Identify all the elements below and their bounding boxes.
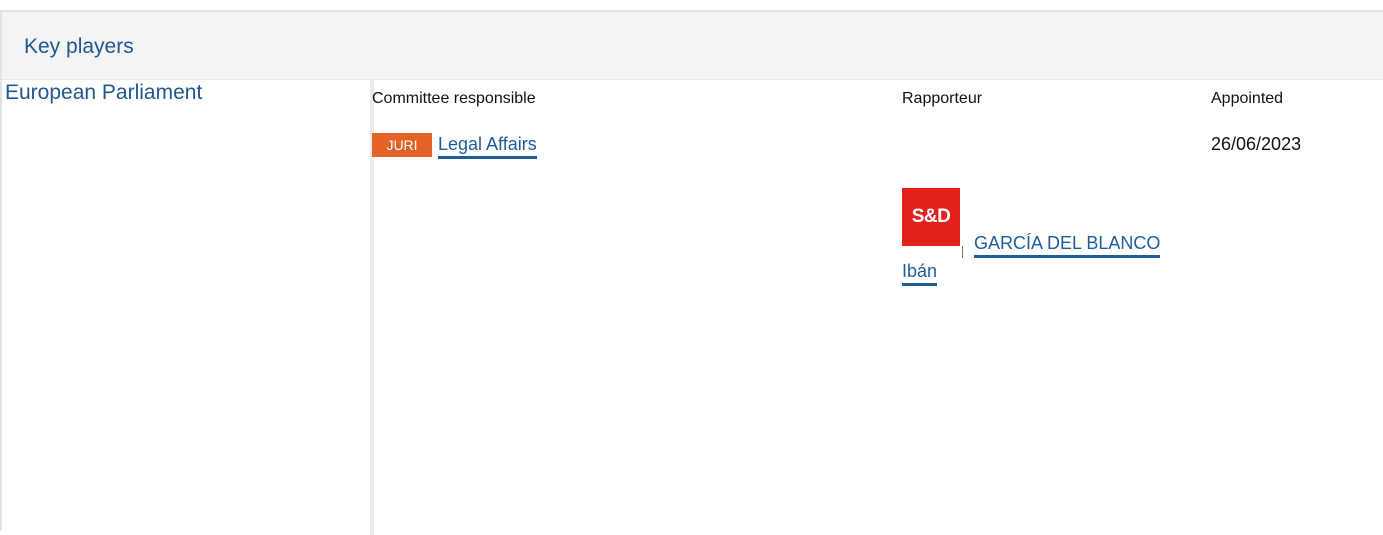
institution-name: European Parliament: [5, 81, 203, 104]
appointed-date: 26/06/2023: [1211, 134, 1302, 154]
logo-separator: [962, 246, 963, 258]
committee-column-header: Committee responsible: [372, 90, 536, 107]
panel-title: Key players: [24, 35, 134, 58]
sd-group-logo: S&D: [902, 188, 960, 246]
rapporteur-link[interactable]: GARCÍA DEL BLANCO: [974, 232, 1161, 258]
committee-code-badge: JURI: [372, 133, 432, 157]
key-players-panel: Key players: [0, 10, 1383, 535]
rapporteur-column-header: Rapporteur: [902, 90, 983, 107]
institution-column: [2, 80, 370, 535]
rapporteur-link-firstname[interactable]: Ibán: [902, 260, 938, 286]
appointed-column-header: Appointed: [1211, 90, 1284, 107]
panel-header: Key players: [2, 12, 1383, 80]
committee-link[interactable]: Legal Affairs: [438, 133, 537, 159]
